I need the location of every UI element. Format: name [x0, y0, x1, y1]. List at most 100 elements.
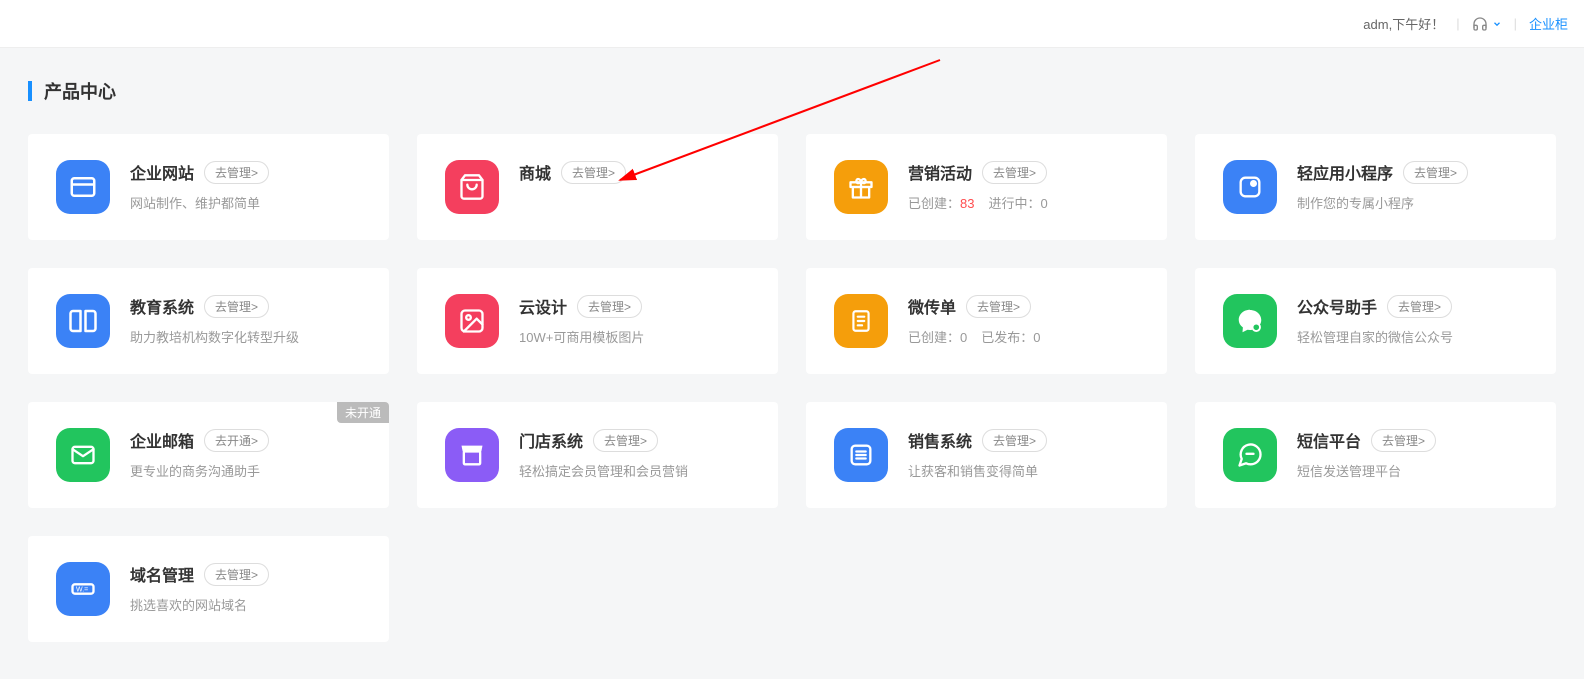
product-card-marketing[interactable]: 营销活动去管理> 已创建：83 进行中：0 [806, 134, 1167, 240]
greeting-text: adm,下午好！ [1363, 14, 1444, 33]
card-manage-button[interactable]: 去管理> [982, 161, 1047, 184]
product-card-flyer[interactable]: 微传单去管理>已创建：0已发布：0 [806, 268, 1167, 374]
card-head: 销售系统去管理> [908, 428, 1139, 452]
stat-label: 已发布： [981, 330, 1033, 345]
card-stats: 已创建：83 进行中：0 [908, 194, 1139, 214]
card-manage-button[interactable]: 去管理> [204, 161, 269, 184]
card-manage-button[interactable]: 去管理> [577, 295, 642, 318]
card-manage-button[interactable]: 去管理> [204, 295, 269, 318]
section-title-text: 产品中心 [44, 78, 116, 104]
stat-label: 已创建： [908, 330, 960, 345]
sales-icon [834, 428, 888, 482]
header-separator: | [1456, 16, 1459, 31]
card-body: 门店系统去管理> 轻松搞定会员管理和会员营销 [519, 428, 750, 482]
enterprise-link[interactable]: 企业柜 [1529, 14, 1568, 33]
page-content: 产品中心 企业网站去管理>网站制作、维护都简单商城去管理>营销活动去管理>已创建… [0, 48, 1584, 672]
product-card-email[interactable]: 未开通企业邮箱去开通> 更专业的商务沟通助手 [28, 402, 389, 508]
product-card-mall[interactable]: 商城去管理> [417, 134, 778, 240]
card-body: 教育系统去管理> 助力教培机构数字化转型升级 [130, 294, 361, 348]
card-manage-button[interactable]: 去管理> [1387, 295, 1452, 318]
marketing-icon [834, 160, 888, 214]
stat-value: 0 [960, 330, 967, 345]
card-body: 微传单去管理>已创建：0已发布：0 [908, 294, 1139, 348]
stat-label: 进行中： [988, 196, 1040, 211]
product-card-domain[interactable]: W.= 域名管理去管理>挑选喜欢的网站域名 [28, 536, 389, 642]
card-description: 让获客和销售变得简单 [908, 462, 1139, 482]
stat-value: 83 [960, 196, 974, 211]
card-title: 商城 [519, 160, 551, 184]
card-head: 域名管理去管理> [130, 562, 361, 586]
card-title: 门店系统 [519, 428, 583, 452]
product-card-store[interactable]: 门店系统去管理> 轻松搞定会员管理和会员营销 [417, 402, 778, 508]
card-title: 营销活动 [908, 160, 972, 184]
card-head: 轻应用小程序去管理> [1297, 160, 1528, 184]
mall-icon [445, 160, 499, 214]
card-title: 销售系统 [908, 428, 972, 452]
card-body: 公众号助手去管理> 轻松管理自家的微信公众号 [1297, 294, 1528, 348]
card-body: 销售系统去管理> 让获客和销售变得简单 [908, 428, 1139, 482]
sms-icon [1223, 428, 1277, 482]
card-title: 云设计 [519, 294, 567, 318]
card-title: 企业邮箱 [130, 428, 194, 452]
card-title: 企业网站 [130, 160, 194, 184]
card-body: 域名管理去管理>挑选喜欢的网站域名 [130, 562, 361, 616]
wechat-icon [1223, 294, 1277, 348]
card-head: 营销活动去管理> [908, 160, 1139, 184]
card-manage-button[interactable]: 去开通> [204, 429, 269, 452]
card-manage-button[interactable]: 去管理> [966, 295, 1031, 318]
domain-icon: W.= [56, 562, 110, 616]
card-description: 更专业的商务沟通助手 [130, 462, 361, 482]
card-body: 商城去管理> [519, 160, 750, 194]
card-head: 公众号助手去管理> [1297, 294, 1528, 318]
card-manage-button[interactable]: 去管理> [982, 429, 1047, 452]
card-body: 企业邮箱去开通> 更专业的商务沟通助手 [130, 428, 361, 482]
card-description: 网站制作、维护都简单 [130, 194, 361, 214]
card-head: 企业邮箱去开通> [130, 428, 361, 452]
card-manage-button[interactable]: 去管理> [1403, 161, 1468, 184]
stat-value: 0 [1041, 196, 1048, 211]
product-card-wechat[interactable]: 公众号助手去管理> 轻松管理自家的微信公众号 [1195, 268, 1556, 374]
card-description: 短信发送管理平台 [1297, 462, 1528, 482]
card-manage-button[interactable]: 去管理> [561, 161, 626, 184]
svg-text:W.=: W.= [76, 586, 88, 593]
section-title: 产品中心 [28, 78, 1556, 104]
card-body: 云设计去管理>10W+可商用模板图片 [519, 294, 750, 348]
design-icon [445, 294, 499, 348]
card-tag: 未开通 [337, 402, 389, 423]
card-body: 企业网站去管理> 网站制作、维护都简单 [130, 160, 361, 214]
card-head: 商城去管理> [519, 160, 750, 184]
product-card-edu[interactable]: 教育系统去管理> 助力教培机构数字化转型升级 [28, 268, 389, 374]
card-description: 轻松搞定会员管理和会员营销 [519, 462, 750, 482]
card-stats: 已创建：0已发布：0 [908, 328, 1139, 348]
product-card-sales[interactable]: 销售系统去管理> 让获客和销售变得简单 [806, 402, 1167, 508]
card-manage-button[interactable]: 去管理> [204, 563, 269, 586]
header-separator: | [1514, 16, 1517, 31]
product-card-website[interactable]: 企业网站去管理> 网站制作、维护都简单 [28, 134, 389, 240]
edu-icon [56, 294, 110, 348]
store-icon [445, 428, 499, 482]
email-icon [56, 428, 110, 482]
card-description: 助力教培机构数字化转型升级 [130, 328, 361, 348]
product-card-miniapp[interactable]: 轻应用小程序去管理> 制作您的专属小程序 [1195, 134, 1556, 240]
card-head: 企业网站去管理> [130, 160, 361, 184]
product-cards-grid: 企业网站去管理>网站制作、维护都简单商城去管理>营销活动去管理>已创建：83进行… [28, 134, 1556, 642]
card-head: 短信平台去管理> [1297, 428, 1528, 452]
stat-label: 已创建： [908, 196, 960, 211]
product-card-design[interactable]: 云设计去管理>10W+可商用模板图片 [417, 268, 778, 374]
card-body: 短信平台去管理> 短信发送管理平台 [1297, 428, 1528, 482]
section-bar [28, 81, 32, 101]
card-manage-button[interactable]: 去管理> [1371, 429, 1436, 452]
support-icon[interactable] [1472, 16, 1502, 32]
card-title: 教育系统 [130, 294, 194, 318]
card-title: 微传单 [908, 294, 956, 318]
card-description: 制作您的专属小程序 [1297, 194, 1528, 214]
product-card-sms[interactable]: 短信平台去管理> 短信发送管理平台 [1195, 402, 1556, 508]
card-body: 轻应用小程序去管理> 制作您的专属小程序 [1297, 160, 1528, 214]
card-description: 轻松管理自家的微信公众号 [1297, 328, 1528, 348]
miniapp-icon [1223, 160, 1277, 214]
card-title: 短信平台 [1297, 428, 1361, 452]
card-title: 轻应用小程序 [1297, 160, 1393, 184]
card-manage-button[interactable]: 去管理> [593, 429, 658, 452]
header: adm,下午好！ | | 企业柜 [0, 0, 1584, 48]
card-body: 营销活动去管理> 已创建：83 进行中：0 [908, 160, 1139, 214]
